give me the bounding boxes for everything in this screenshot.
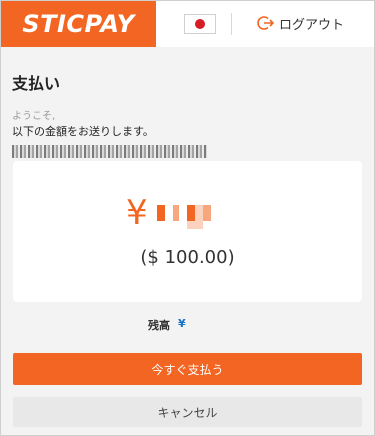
pay-now-button[interactable]: 今すぐ支払う [13, 353, 362, 385]
header-divider [231, 13, 232, 35]
logout-label: ログアウト [279, 17, 345, 33]
sticpay-logo[interactable]: STICPAY [1, 1, 156, 47]
header: STICPAY ログアウト [1, 1, 374, 47]
page-frame: STICPAY ログアウト 支払い ようこそ, 以下の金額をお送りします。 ¥ … [0, 0, 375, 436]
instruction-text: 以下の金額をお送りします。 [12, 125, 154, 138]
masked-amount-fragment [187, 221, 203, 229]
page-title: 支払い [12, 74, 61, 93]
currency-symbol: ¥ [126, 193, 148, 233]
masked-username [12, 145, 207, 158]
balance-value: ¥ [178, 317, 186, 330]
balance-label: 残高 [148, 319, 170, 332]
flag-circle [195, 19, 205, 29]
masked-amount [157, 205, 215, 221]
balance-row: 残高 ¥ [148, 317, 186, 333]
welcome-text: ようこそ, [12, 111, 56, 122]
cancel-button[interactable]: キャンセル [13, 397, 362, 427]
japan-flag-icon[interactable] [184, 14, 216, 34]
amount-card: ¥ ($ 100.00) [13, 161, 362, 302]
logout-icon [257, 14, 275, 32]
usd-amount: ($ 100.00) [140, 247, 235, 268]
logout-button[interactable]: ログアウト [257, 13, 344, 33]
